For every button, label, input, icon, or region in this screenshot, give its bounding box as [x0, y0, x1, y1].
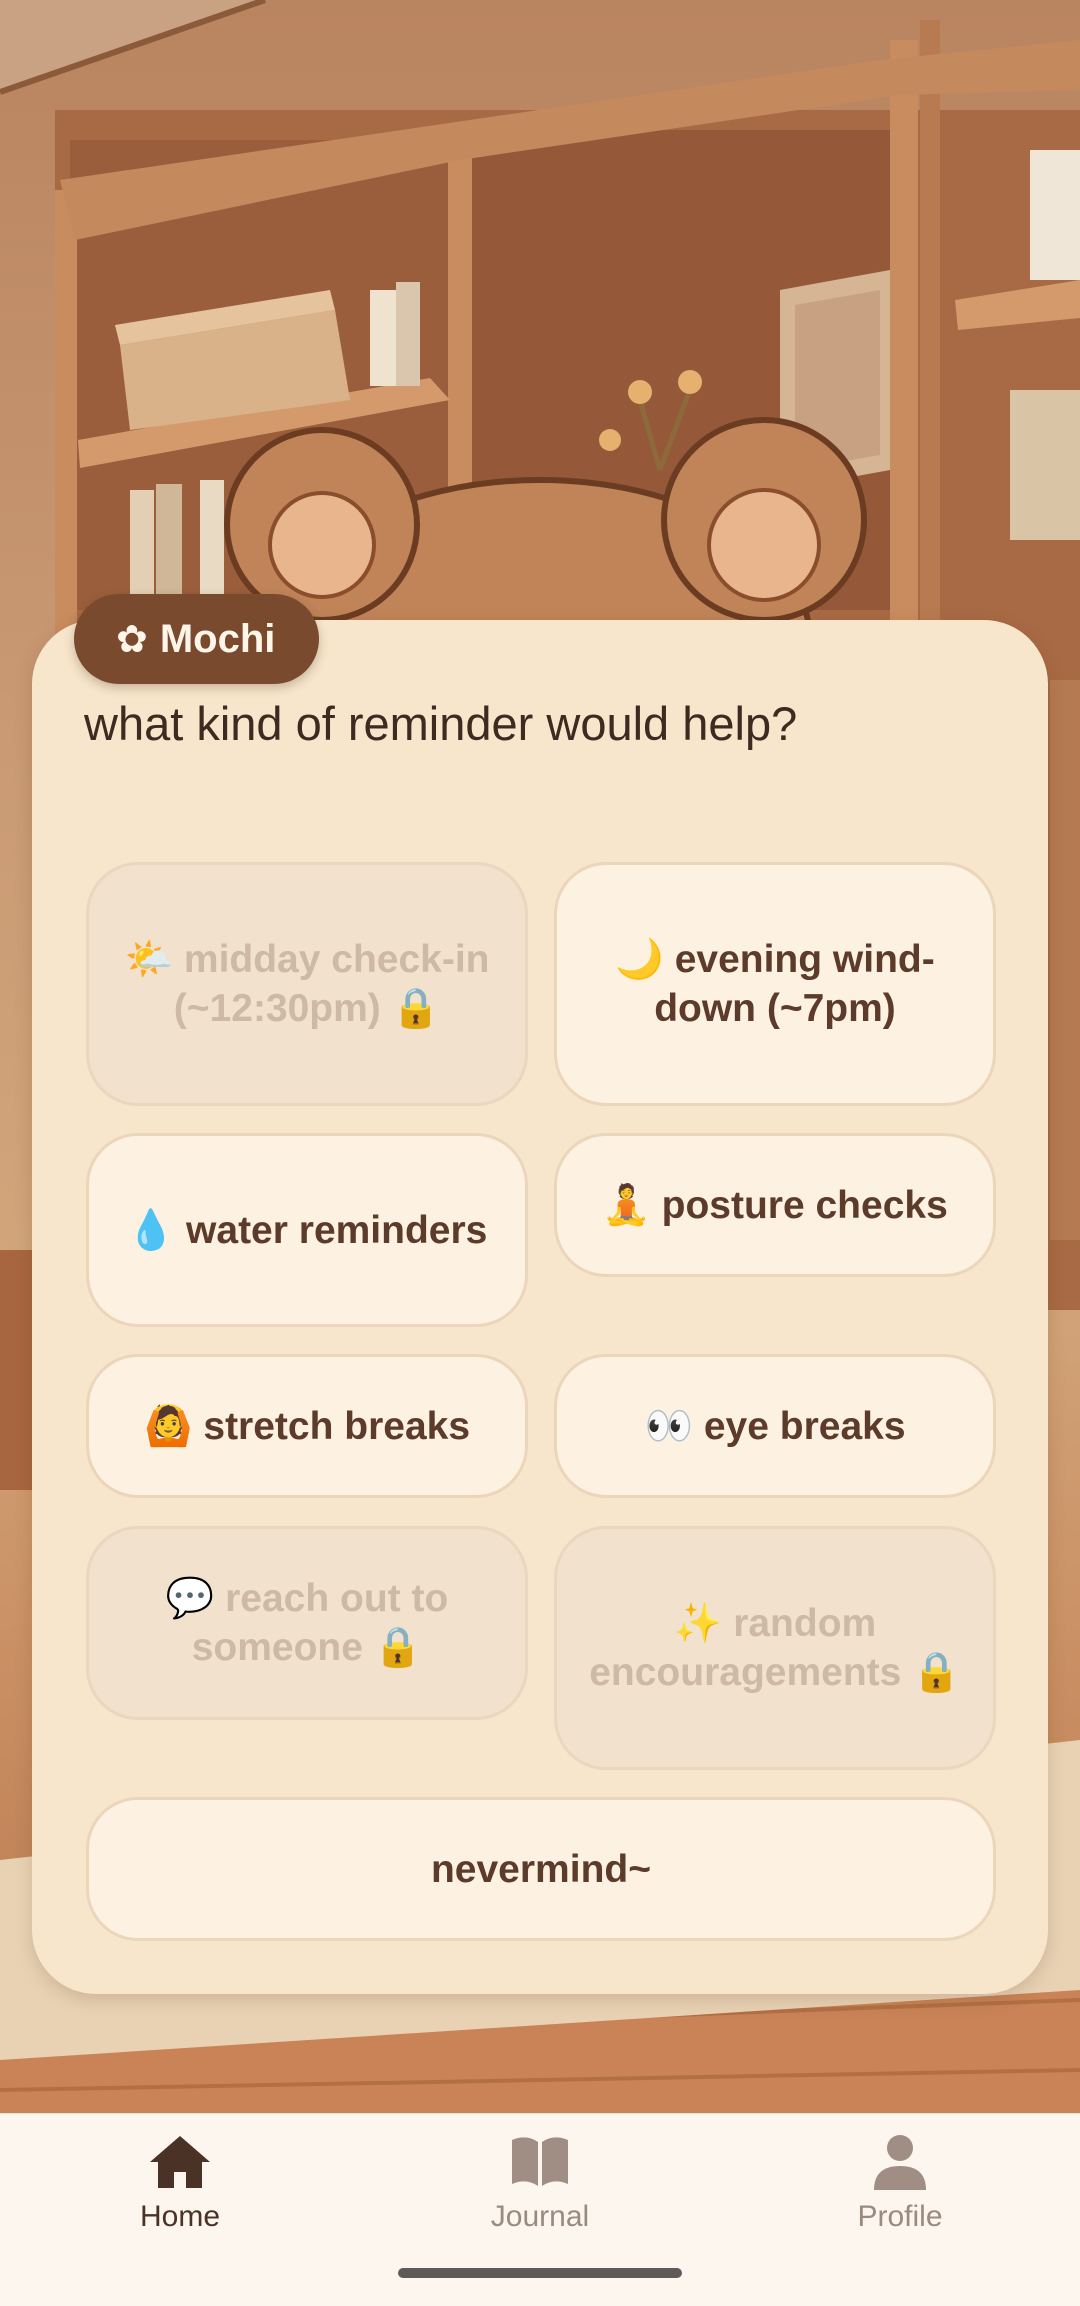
person-icon	[874, 2135, 926, 2190]
option-eye-breaks[interactable]: 👀 eye breaks	[554, 1354, 996, 1498]
companion-name: Mochi	[159, 616, 276, 661]
lock-icon: 🔒	[391, 986, 441, 1031]
option-midday-check-in[interactable]: 🌤️ midday check-in (~12:30pm) 🔒	[86, 862, 528, 1106]
nav-profile[interactable]: Profile	[800, 2132, 1000, 2234]
companion-name-tag: ✿ Mochi	[74, 594, 320, 684]
gesture-home-indicator[interactable]	[398, 2268, 682, 2278]
eyes-icon: 👀	[644, 1403, 694, 1449]
sun-cloud-icon: 🌤️	[124, 937, 174, 982]
flower-icon: ✿	[116, 618, 148, 661]
lock-icon: 🔒	[912, 1650, 961, 1695]
book-icon	[512, 2137, 568, 2186]
option-random-encouragements[interactable]: ✨ random encouragements 🔒	[554, 1526, 996, 1770]
option-evening-wind-down[interactable]: 🌙 evening wind-down (~7pm)	[554, 862, 996, 1106]
droplet-icon: 💧	[126, 1207, 176, 1253]
speech-bubble-icon: 💬	[165, 1576, 215, 1621]
meditation-icon: 🧘	[602, 1182, 651, 1228]
option-water-reminders[interactable]: 💧 water reminders	[86, 1133, 528, 1327]
nav-journal[interactable]: Journal	[440, 2132, 640, 2234]
nav-profile-label: Profile	[857, 2200, 943, 2233]
nav-home[interactable]: Home	[80, 2132, 280, 2234]
dialog-question: what kind of reminder would help?	[84, 697, 798, 750]
option-posture-checks[interactable]: 🧘 posture checks	[554, 1133, 996, 1277]
option-reach-out[interactable]: 💬 reach out to someone 🔒	[86, 1526, 528, 1720]
nav-journal-label: Journal	[490, 2200, 590, 2233]
stretch-person-icon: 🙆	[143, 1403, 193, 1449]
home-icon	[150, 2136, 210, 2188]
sparkles-icon: ✨	[673, 1601, 723, 1646]
nav-home-label: Home	[139, 2200, 221, 2233]
moon-icon: 🌙	[615, 937, 664, 982]
lock-icon: 🔒	[373, 1625, 423, 1670]
nevermind-button[interactable]: nevermind~	[86, 1797, 996, 1941]
option-stretch-breaks[interactable]: 🙆 stretch breaks	[86, 1354, 528, 1498]
